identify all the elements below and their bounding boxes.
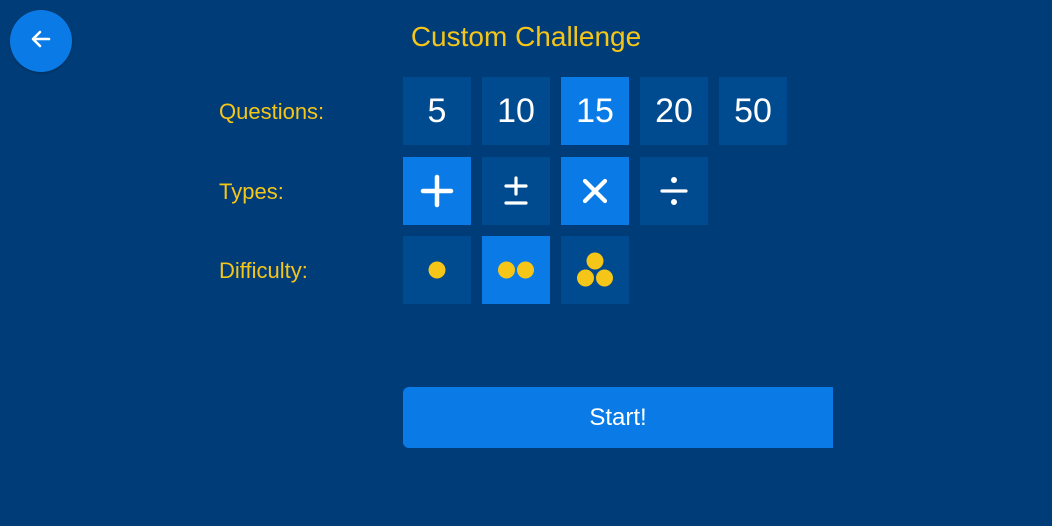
difficulty-easy-button[interactable] [403,236,471,304]
questions-option-value: 10 [497,91,535,130]
divide-icon [659,175,689,207]
multiply-icon [581,177,609,205]
plus-icon [420,174,454,208]
questions-option-20[interactable]: 20 [640,77,708,145]
types-label: Types: [219,179,284,204]
type-division-button[interactable] [640,157,708,225]
type-plus-minus-button[interactable] [482,157,550,225]
one-dot-icon [427,260,447,280]
type-addition-button[interactable] [403,157,471,225]
start-button-label: Start! [589,403,647,431]
questions-option-value: 50 [734,91,772,130]
questions-label: Questions: [219,99,325,124]
questions-option-15[interactable]: 15 [561,77,629,145]
questions-option-50[interactable]: 50 [719,77,787,145]
questions-option-5[interactable]: 5 [403,77,471,145]
difficulty-label: Difficulty: [219,258,308,283]
start-button[interactable]: Start! [403,387,833,448]
questions-option-10[interactable]: 10 [482,77,550,145]
difficulty-hard-button[interactable] [561,236,629,304]
difficulty-medium-button[interactable] [482,236,550,304]
questions-option-value: 15 [576,91,614,130]
plus-minus-icon [501,175,531,207]
type-multiplication-button[interactable] [561,157,629,225]
questions-option-value: 5 [427,91,447,130]
three-dots-icon [576,252,614,288]
page-title: Custom Challenge [410,21,642,52]
two-dots-icon [497,260,535,280]
questions-option-value: 20 [655,91,693,130]
